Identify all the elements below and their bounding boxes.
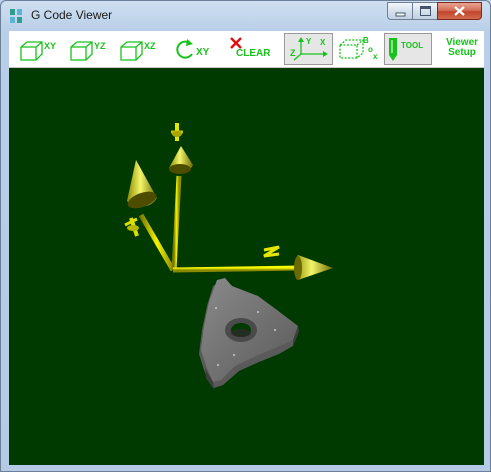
- z-axis: [124, 160, 176, 272]
- cube-icon: [70, 41, 93, 61]
- cube-icon: [120, 41, 143, 61]
- cube-icon: [20, 41, 43, 61]
- maximize-icon: [420, 6, 431, 16]
- box-label-x: x: [373, 52, 378, 61]
- view-xz-button[interactable]: XZ: [117, 33, 161, 65]
- toolbar: XY YZ XZ XY CLEAR Y X Z B o x TOOL Viewe…: [9, 31, 484, 68]
- window-title: G Code Viewer: [31, 8, 113, 22]
- rotate-xy-label: XY: [196, 47, 210, 58]
- view-xy-button[interactable]: XY: [17, 33, 61, 65]
- axes-label-z: Z: [290, 48, 296, 58]
- 3d-viewport[interactable]: [9, 68, 484, 465]
- box-label-b: B: [363, 36, 369, 45]
- view-xz-label: XZ: [144, 41, 156, 51]
- show-axes-button[interactable]: Y X Z: [284, 33, 333, 65]
- viewer-setup-button[interactable]: Viewer Setup: [441, 38, 483, 58]
- threading-insert-tool: [199, 278, 299, 390]
- view-xy-label: XY: [44, 41, 57, 51]
- close-icon: [454, 6, 465, 16]
- minimize-button[interactable]: [387, 2, 413, 20]
- 3d-scene: [124, 123, 333, 390]
- gcode-viewer-app-icon: [10, 9, 22, 23]
- clear-label: CLEAR: [236, 48, 271, 59]
- minimize-icon: [395, 12, 406, 17]
- axes-label-x: X: [320, 38, 326, 47]
- view-yz-label: YZ: [94, 41, 106, 51]
- title-bar[interactable]: G Code Viewer: [1, 1, 490, 31]
- x-axis: [172, 245, 333, 280]
- close-button[interactable]: [437, 2, 482, 20]
- app-window: G Code Viewer XY YZ XZ XY CLEAR Y X Z B …: [0, 0, 491, 472]
- view-yz-button[interactable]: YZ: [67, 33, 111, 65]
- show-box-button[interactable]: B o x: [337, 33, 381, 65]
- clear-button[interactable]: CLEAR: [227, 33, 273, 65]
- rotate-xy-button[interactable]: XY: [174, 33, 214, 65]
- y-axis: [169, 123, 193, 271]
- rotate-icon: [176, 39, 193, 59]
- maximize-button[interactable]: [412, 2, 438, 20]
- show-tool-button[interactable]: TOOL: [384, 33, 432, 65]
- tool-label: TOOL: [401, 41, 424, 50]
- viewer-setup-line2: Setup: [448, 47, 476, 58]
- axes-label-y: Y: [306, 37, 312, 46]
